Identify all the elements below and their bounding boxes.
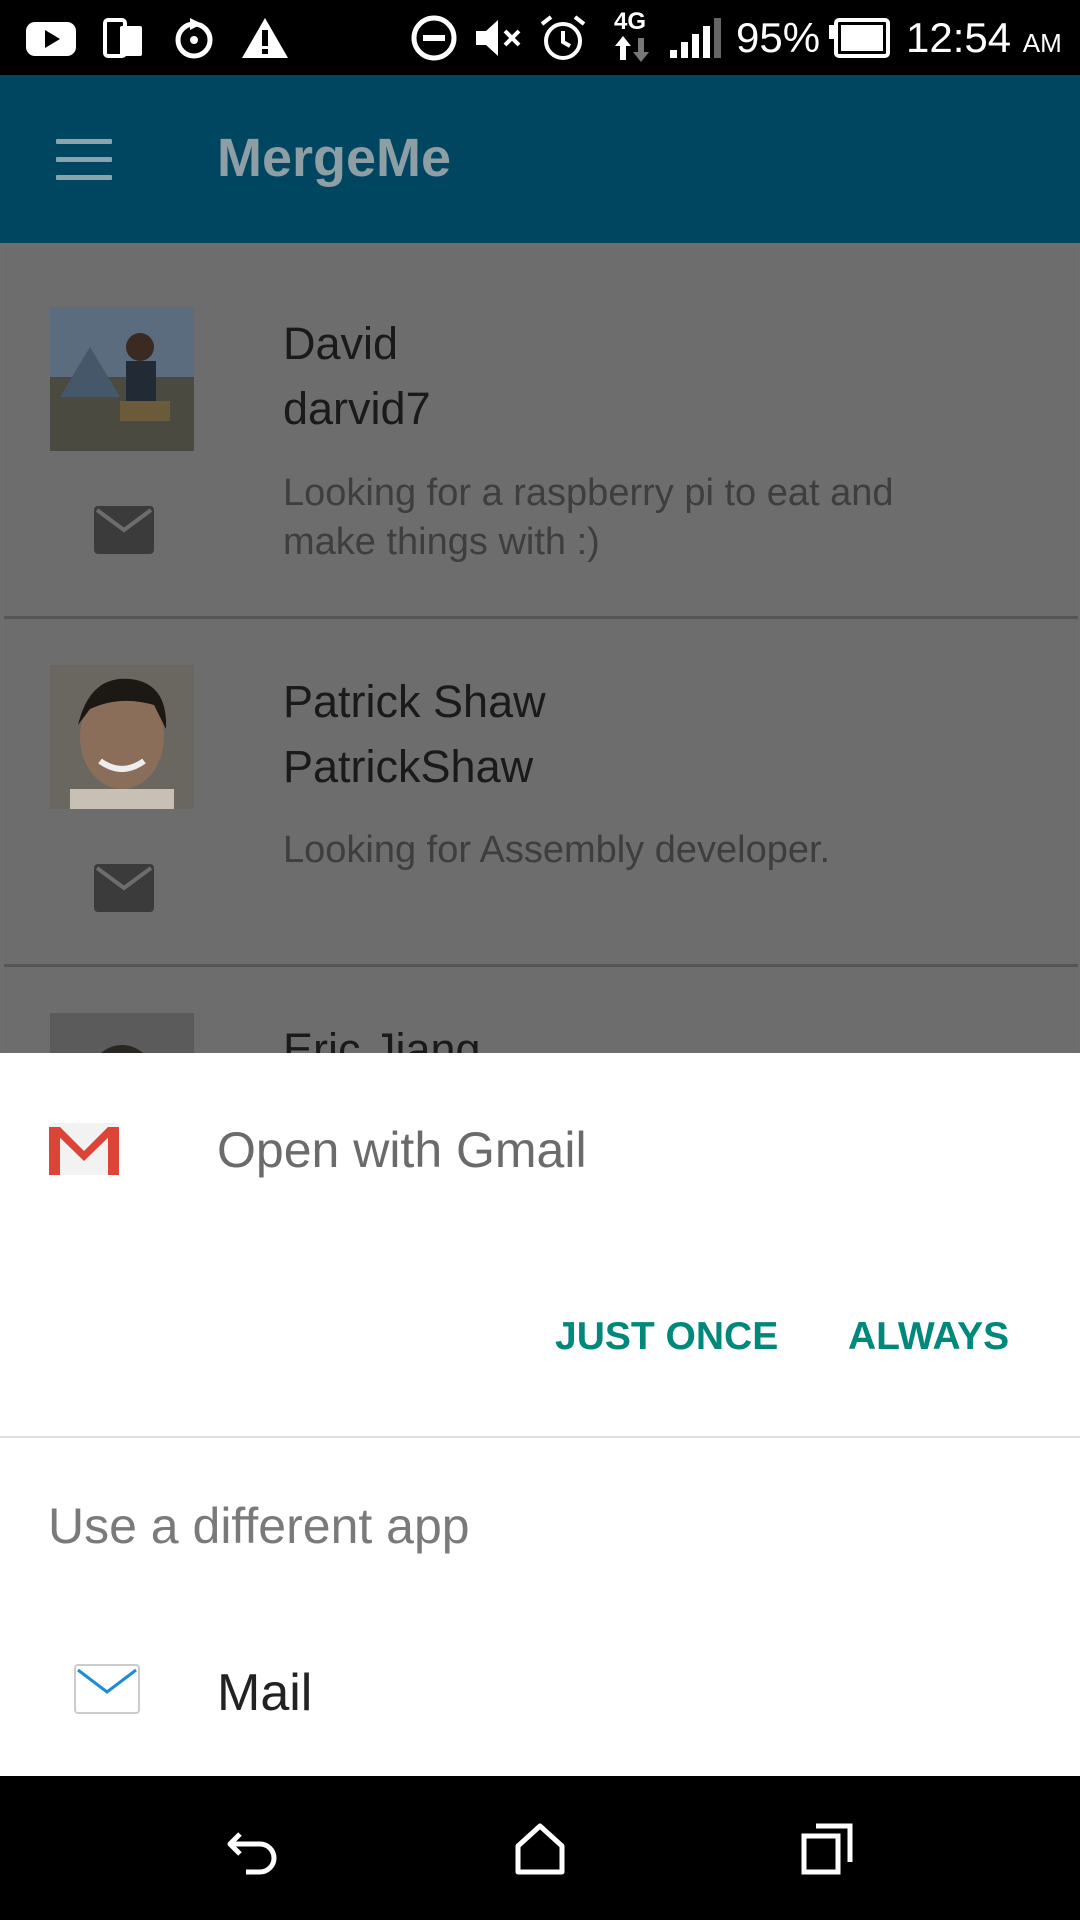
alarm-icon: [540, 15, 586, 60]
dnd-icon: [411, 15, 457, 61]
warning-icon: [242, 18, 288, 58]
user-name: David: [283, 318, 399, 369]
mail-icon[interactable]: [94, 864, 154, 912]
mute-icon: [476, 20, 521, 56]
recents-icon[interactable]: [800, 1820, 856, 1876]
avatar: [50, 1013, 194, 1053]
open-with-sheet: Open with Gmail JUST ONCE ALWAYS Use a d…: [0, 1053, 1080, 1776]
sheet-title: Open with Gmail: [217, 1122, 587, 1178]
menu-icon[interactable]: [56, 139, 112, 180]
battery-icon: [829, 18, 890, 58]
always-button[interactable]: ALWAYS: [848, 1315, 1009, 1359]
network-type: 4G: [614, 8, 647, 35]
user-username: PatrickShaw: [283, 741, 534, 792]
user-list: David darvid7 Looking for a raspberry pi…: [0, 243, 1080, 1053]
list-item[interactable]: Eric Jiang: [4, 967, 1078, 1053]
status-bar: 4G 95% 12:54 AM: [0, 0, 1080, 75]
phone-tablet-icon: [103, 18, 142, 58]
navigation-bar: [0, 1776, 1080, 1920]
clock: 12:54 AM: [906, 12, 1062, 69]
different-app-heading: Use a different app: [48, 1498, 470, 1554]
app-title: MergeMe: [217, 128, 452, 188]
back-icon[interactable]: [224, 1820, 280, 1876]
list-item[interactable]: David darvid7 Looking for a raspberry pi…: [4, 243, 1078, 619]
avatar: [50, 665, 194, 809]
mail-app-label: Mail: [217, 1664, 313, 1722]
user-name: Eric Jiang: [283, 1024, 481, 1053]
signal-icon: [670, 18, 721, 58]
user-username: darvid7: [283, 383, 431, 434]
mail-app-icon: [74, 1664, 140, 1714]
youtube-icon: [26, 22, 76, 56]
data-arrows-icon: [615, 36, 649, 62]
mail-icon[interactable]: [94, 506, 154, 554]
gmail-icon: [49, 1123, 119, 1175]
clock-ampm: AM: [1022, 28, 1062, 58]
user-description: Looking for Assembly developer.: [283, 829, 831, 871]
app-bar: MergeMe: [0, 75, 1080, 243]
battery-percent: 95%: [736, 14, 821, 61]
app-option-mail[interactable]: Mail: [0, 1613, 1080, 1763]
home-icon[interactable]: [512, 1820, 568, 1876]
user-description: Looking for a raspberry pi to eat and ma…: [283, 472, 894, 563]
list-item[interactable]: Patrick Shaw PatrickShaw Looking for Ass…: [4, 619, 1078, 967]
sync-icon: [175, 18, 213, 59]
avatar: [50, 307, 194, 451]
user-name: Patrick Shaw: [283, 676, 546, 727]
just-once-button[interactable]: JUST ONCE: [555, 1315, 778, 1359]
clock-time: 12:54: [906, 14, 1012, 61]
divider: [0, 1436, 1080, 1438]
